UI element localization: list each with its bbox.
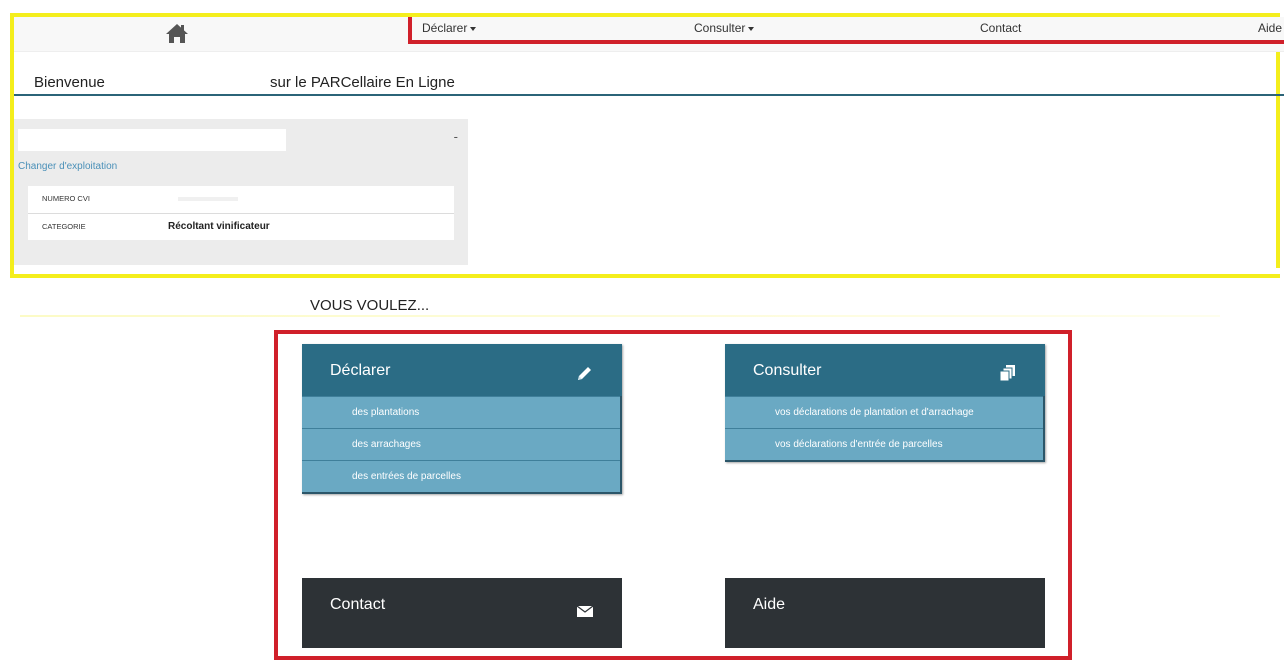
welcome-header: Bienvenue sur le PARCellaire En Ligne [14, 68, 1284, 96]
home-icon[interactable] [164, 21, 190, 45]
collapse-button[interactable]: - [454, 129, 458, 144]
nav-contact[interactable]: Contact [980, 21, 1021, 35]
faint-highlight-line [20, 315, 1220, 317]
tile-consulter-header[interactable]: Consulter [725, 344, 1045, 396]
tile-aide: Aide [725, 578, 1045, 648]
top-navbar: Déclarer Consulter Contact Aide [14, 17, 1284, 52]
change-exploitation-link[interactable]: Changer d'exploitation [18, 161, 117, 172]
list-item[interactable]: des entrées de parcelles [302, 460, 620, 492]
nav-aide-label: Aide [1258, 21, 1283, 35]
nav-consulter-label: Consulter [694, 21, 746, 35]
categorie-value: Récoltant vinificateur [168, 221, 270, 232]
documents-icon [999, 365, 1015, 382]
cvi-label: NUMERO CVI [42, 194, 90, 203]
tile-contact-title: Contact [330, 596, 386, 613]
list-item[interactable]: des plantations [302, 396, 620, 428]
tile-consulter: Consulter vos déclarations de plantation… [725, 344, 1045, 462]
welcome-text: Bienvenue [34, 74, 105, 91]
tile-contact-header[interactable]: Contact [302, 578, 622, 648]
tile-declarer-title: Déclarer [330, 362, 391, 379]
envelope-icon [576, 605, 594, 617]
welcome-app-name: sur le PARCellaire En Ligne [270, 74, 455, 91]
tile-declarer-header[interactable]: Déclarer [302, 344, 622, 396]
categorie-label: CATEGORIE [42, 222, 86, 231]
tile-declarer: Déclarer des plantations des arrachages … [302, 344, 622, 494]
nav-declarer-label: Déclarer [422, 21, 468, 35]
tile-consulter-title: Consulter [753, 362, 822, 379]
exploitation-info-table: NUMERO CVI CATEGORIE Récoltant vinificat… [28, 186, 454, 240]
nav-consulter[interactable]: Consulter [694, 21, 755, 35]
list-item[interactable]: vos déclarations d'entrée de parcelles [725, 428, 1043, 460]
section-title: VOUS VOULEZ... [310, 297, 430, 314]
tile-contact: Contact [302, 578, 622, 648]
pencil-icon [578, 367, 591, 380]
exploitation-panel: - Changer d'exploitation NUMERO CVI CATE… [14, 119, 468, 265]
exploitation-name [18, 129, 286, 151]
nav-aide[interactable]: Aide [1258, 21, 1282, 35]
nav-declarer[interactable]: Déclarer [422, 21, 477, 35]
nav-contact-label: Contact [980, 21, 1022, 35]
table-row: NUMERO CVI [28, 186, 454, 213]
list-item[interactable]: vos déclarations de plantation et d'arra… [725, 396, 1043, 428]
tile-aide-title: Aide [753, 596, 786, 613]
caret-down-icon [748, 26, 755, 31]
cvi-value-redacted [178, 197, 238, 201]
list-item[interactable]: des arrachages [302, 428, 620, 460]
tile-aide-header[interactable]: Aide [725, 578, 1045, 648]
tile-declarer-list: des plantations des arrachages des entré… [302, 396, 622, 494]
caret-down-icon [470, 26, 477, 31]
tile-consulter-list: vos déclarations de plantation et d'arra… [725, 396, 1045, 462]
table-row: CATEGORIE Récoltant vinificateur [28, 213, 454, 241]
highlight-frame-red-nav: Déclarer Consulter Contact Aide [408, 17, 1284, 44]
